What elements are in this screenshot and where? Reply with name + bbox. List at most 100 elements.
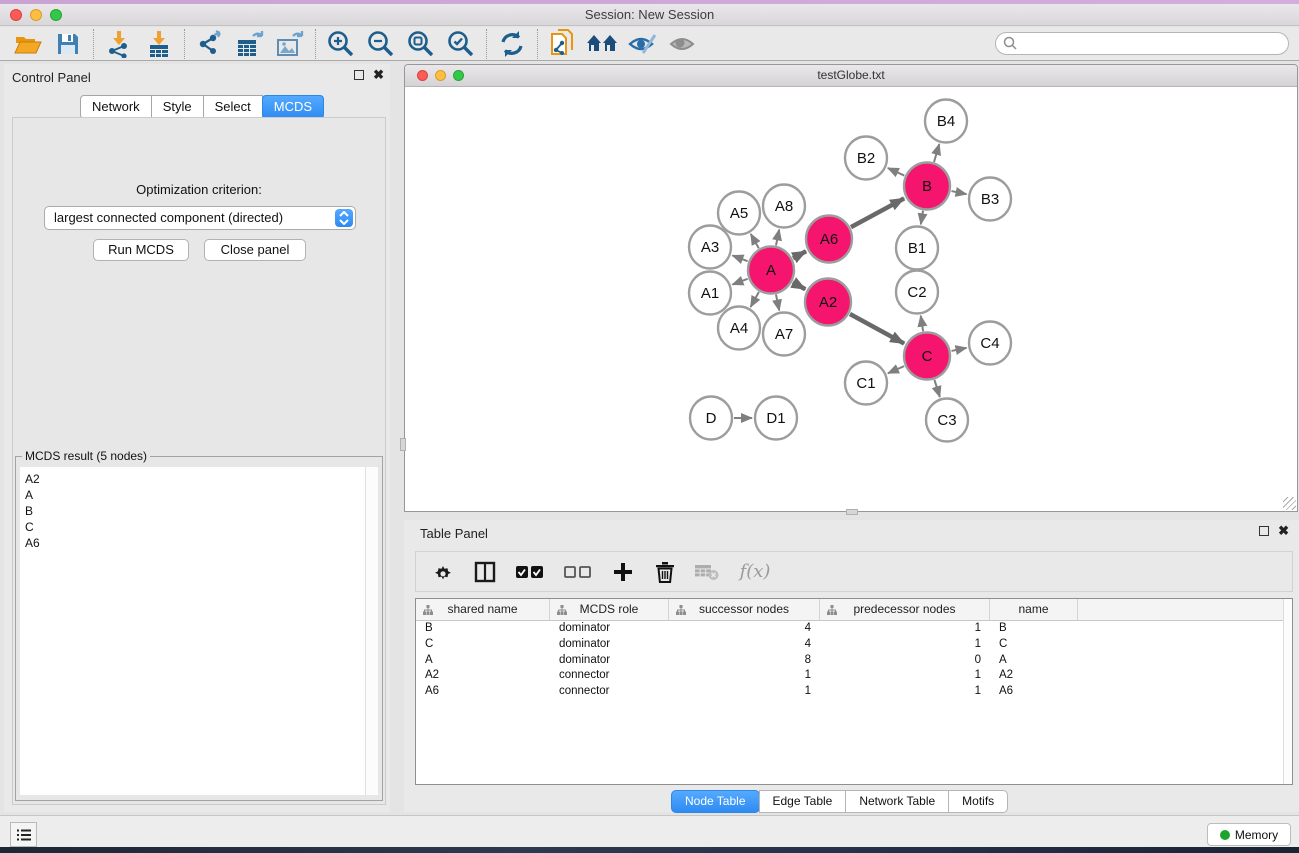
node-A2[interactable]: A2 — [805, 279, 851, 326]
node-A5[interactable]: A5 — [718, 192, 760, 235]
zoom-window-button[interactable] — [50, 9, 62, 21]
save-session-icon[interactable] — [48, 29, 88, 59]
refresh-icon[interactable] — [492, 29, 532, 59]
column-header-successor-nodes[interactable]: successor nodes — [669, 599, 820, 620]
edge-A-A2[interactable] — [793, 282, 806, 289]
tab-style[interactable]: Style — [151, 95, 204, 119]
network-horizontal-scroll-thumb[interactable] — [846, 509, 858, 515]
network-from-selection-icon[interactable] — [543, 29, 583, 59]
show-all-icon[interactable] — [663, 29, 703, 59]
hide-selected-icon[interactable] — [623, 29, 663, 59]
table-cell[interactable]: 0 — [820, 653, 990, 669]
table-row[interactable]: Cdominator41C — [416, 637, 1292, 653]
float-panel-icon[interactable] — [354, 70, 364, 80]
edge-A2-C[interactable] — [850, 314, 904, 344]
node-D[interactable]: D — [690, 397, 732, 440]
select-all-icon[interactable] — [514, 559, 546, 585]
table-cell[interactable]: C — [990, 637, 1078, 653]
table-cell[interactable]: 8 — [669, 653, 820, 669]
table-cell[interactable]: B — [990, 621, 1078, 637]
table-cell[interactable]: A6 — [990, 684, 1078, 700]
result-item[interactable]: C — [25, 519, 372, 535]
window-resize-grip[interactable] — [1283, 497, 1296, 510]
network-vertical-scroll-thumb[interactable] — [400, 438, 406, 451]
node-C3[interactable]: C3 — [926, 399, 968, 442]
tab-mcds[interactable]: MCDS — [262, 95, 324, 119]
result-item[interactable]: B — [25, 503, 372, 519]
node-A[interactable]: A — [748, 247, 794, 294]
table-cell[interactable]: A2 — [990, 668, 1078, 684]
run-mcds-button[interactable]: Run MCDS — [93, 239, 189, 261]
node-A1[interactable]: A1 — [689, 272, 731, 315]
table-cell[interactable]: 1 — [820, 637, 990, 653]
table-options-icon[interactable] — [430, 559, 456, 585]
node-D1[interactable]: D1 — [755, 397, 797, 440]
import-network-icon[interactable] — [99, 29, 139, 59]
edge-A-A3[interactable] — [732, 255, 747, 261]
table-row[interactable]: Adominator80A — [416, 653, 1292, 669]
network-graph[interactable]: B4B2BB3A5A8A6B1A3AA1C2A2A4A7CC4C1C3DD1 — [405, 87, 1297, 511]
import-table-icon[interactable] — [139, 29, 179, 59]
table-cell[interactable]: connector — [550, 684, 669, 700]
edge-C-C2[interactable] — [921, 316, 923, 332]
minimize-network-button[interactable] — [435, 70, 446, 81]
table-cell[interactable]: A — [416, 653, 550, 669]
edge-B-B1[interactable] — [921, 211, 923, 225]
memory-button[interactable]: Memory — [1207, 823, 1291, 846]
delete-column-icon[interactable] — [652, 559, 678, 585]
table-cell[interactable]: 1 — [669, 684, 820, 700]
zoom-out-icon[interactable] — [361, 29, 401, 59]
close-panel-button[interactable]: Close panel — [204, 239, 306, 261]
node-B4[interactable]: B4 — [925, 100, 967, 143]
search-input[interactable] — [995, 32, 1289, 55]
result-list-scrollbar[interactable] — [365, 467, 378, 795]
node-C[interactable]: C — [904, 333, 950, 380]
table-row[interactable]: A6connector11A6 — [416, 684, 1292, 700]
first-neighbors-icon[interactable] — [583, 29, 623, 59]
node-A8[interactable]: A8 — [763, 185, 805, 228]
export-network-icon[interactable] — [190, 29, 230, 59]
open-file-icon[interactable] — [8, 29, 48, 59]
tab-network[interactable]: Network — [80, 95, 152, 119]
tab-motifs[interactable]: Motifs — [948, 790, 1008, 813]
table-cell[interactable]: 1 — [820, 621, 990, 637]
close-table-panel-icon[interactable]: ✖ — [1278, 526, 1289, 536]
column-header-predecessor-nodes[interactable]: predecessor nodes — [820, 599, 990, 620]
zoom-selected-icon[interactable] — [441, 29, 481, 59]
table-cell[interactable]: 1 — [820, 668, 990, 684]
network-canvas[interactable]: B4B2BB3A5A8A6B1A3AA1C2A2A4A7CC4C1C3DD1 — [405, 87, 1297, 511]
node-A4[interactable]: A4 — [718, 307, 760, 350]
edge-A-A7[interactable] — [776, 294, 779, 310]
close-panel-icon[interactable]: ✖ — [373, 70, 384, 80]
edge-C-C4[interactable] — [951, 348, 966, 351]
table-row[interactable]: A2connector11A2 — [416, 668, 1292, 684]
optimization-select[interactable]: largest connected component (directed) — [44, 206, 356, 230]
table-cell[interactable]: A2 — [416, 668, 550, 684]
float-table-panel-icon[interactable] — [1259, 526, 1269, 536]
table-row[interactable]: Bdominator41B — [416, 621, 1292, 637]
tab-select[interactable]: Select — [203, 95, 263, 119]
tab-edge-table[interactable]: Edge Table — [759, 790, 847, 813]
zoom-in-icon[interactable] — [321, 29, 361, 59]
edge-C-C3[interactable] — [934, 380, 939, 397]
table-cell[interactable]: dominator — [550, 621, 669, 637]
task-history-button[interactable] — [10, 822, 37, 847]
node-C2[interactable]: C2 — [896, 271, 938, 314]
node-B1[interactable]: B1 — [896, 227, 938, 270]
node-C1[interactable]: C1 — [845, 362, 887, 405]
table-cell[interactable]: 4 — [669, 637, 820, 653]
zoom-network-button[interactable] — [453, 70, 464, 81]
deselect-all-icon[interactable] — [562, 559, 594, 585]
node-A7[interactable]: A7 — [763, 313, 805, 356]
delete-table-icon[interactable] — [694, 559, 720, 585]
table-cell[interactable]: dominator — [550, 637, 669, 653]
node-B[interactable]: B — [904, 163, 950, 210]
export-image-icon[interactable] — [270, 29, 310, 59]
result-item[interactable]: A — [25, 487, 372, 503]
table-cell[interactable]: A6 — [416, 684, 550, 700]
close-window-button[interactable] — [10, 9, 22, 21]
table-scrollbar[interactable] — [1283, 599, 1292, 784]
add-column-icon[interactable] — [610, 559, 636, 585]
edge-B-B3[interactable] — [951, 191, 966, 194]
table-cell[interactable]: A — [990, 653, 1078, 669]
